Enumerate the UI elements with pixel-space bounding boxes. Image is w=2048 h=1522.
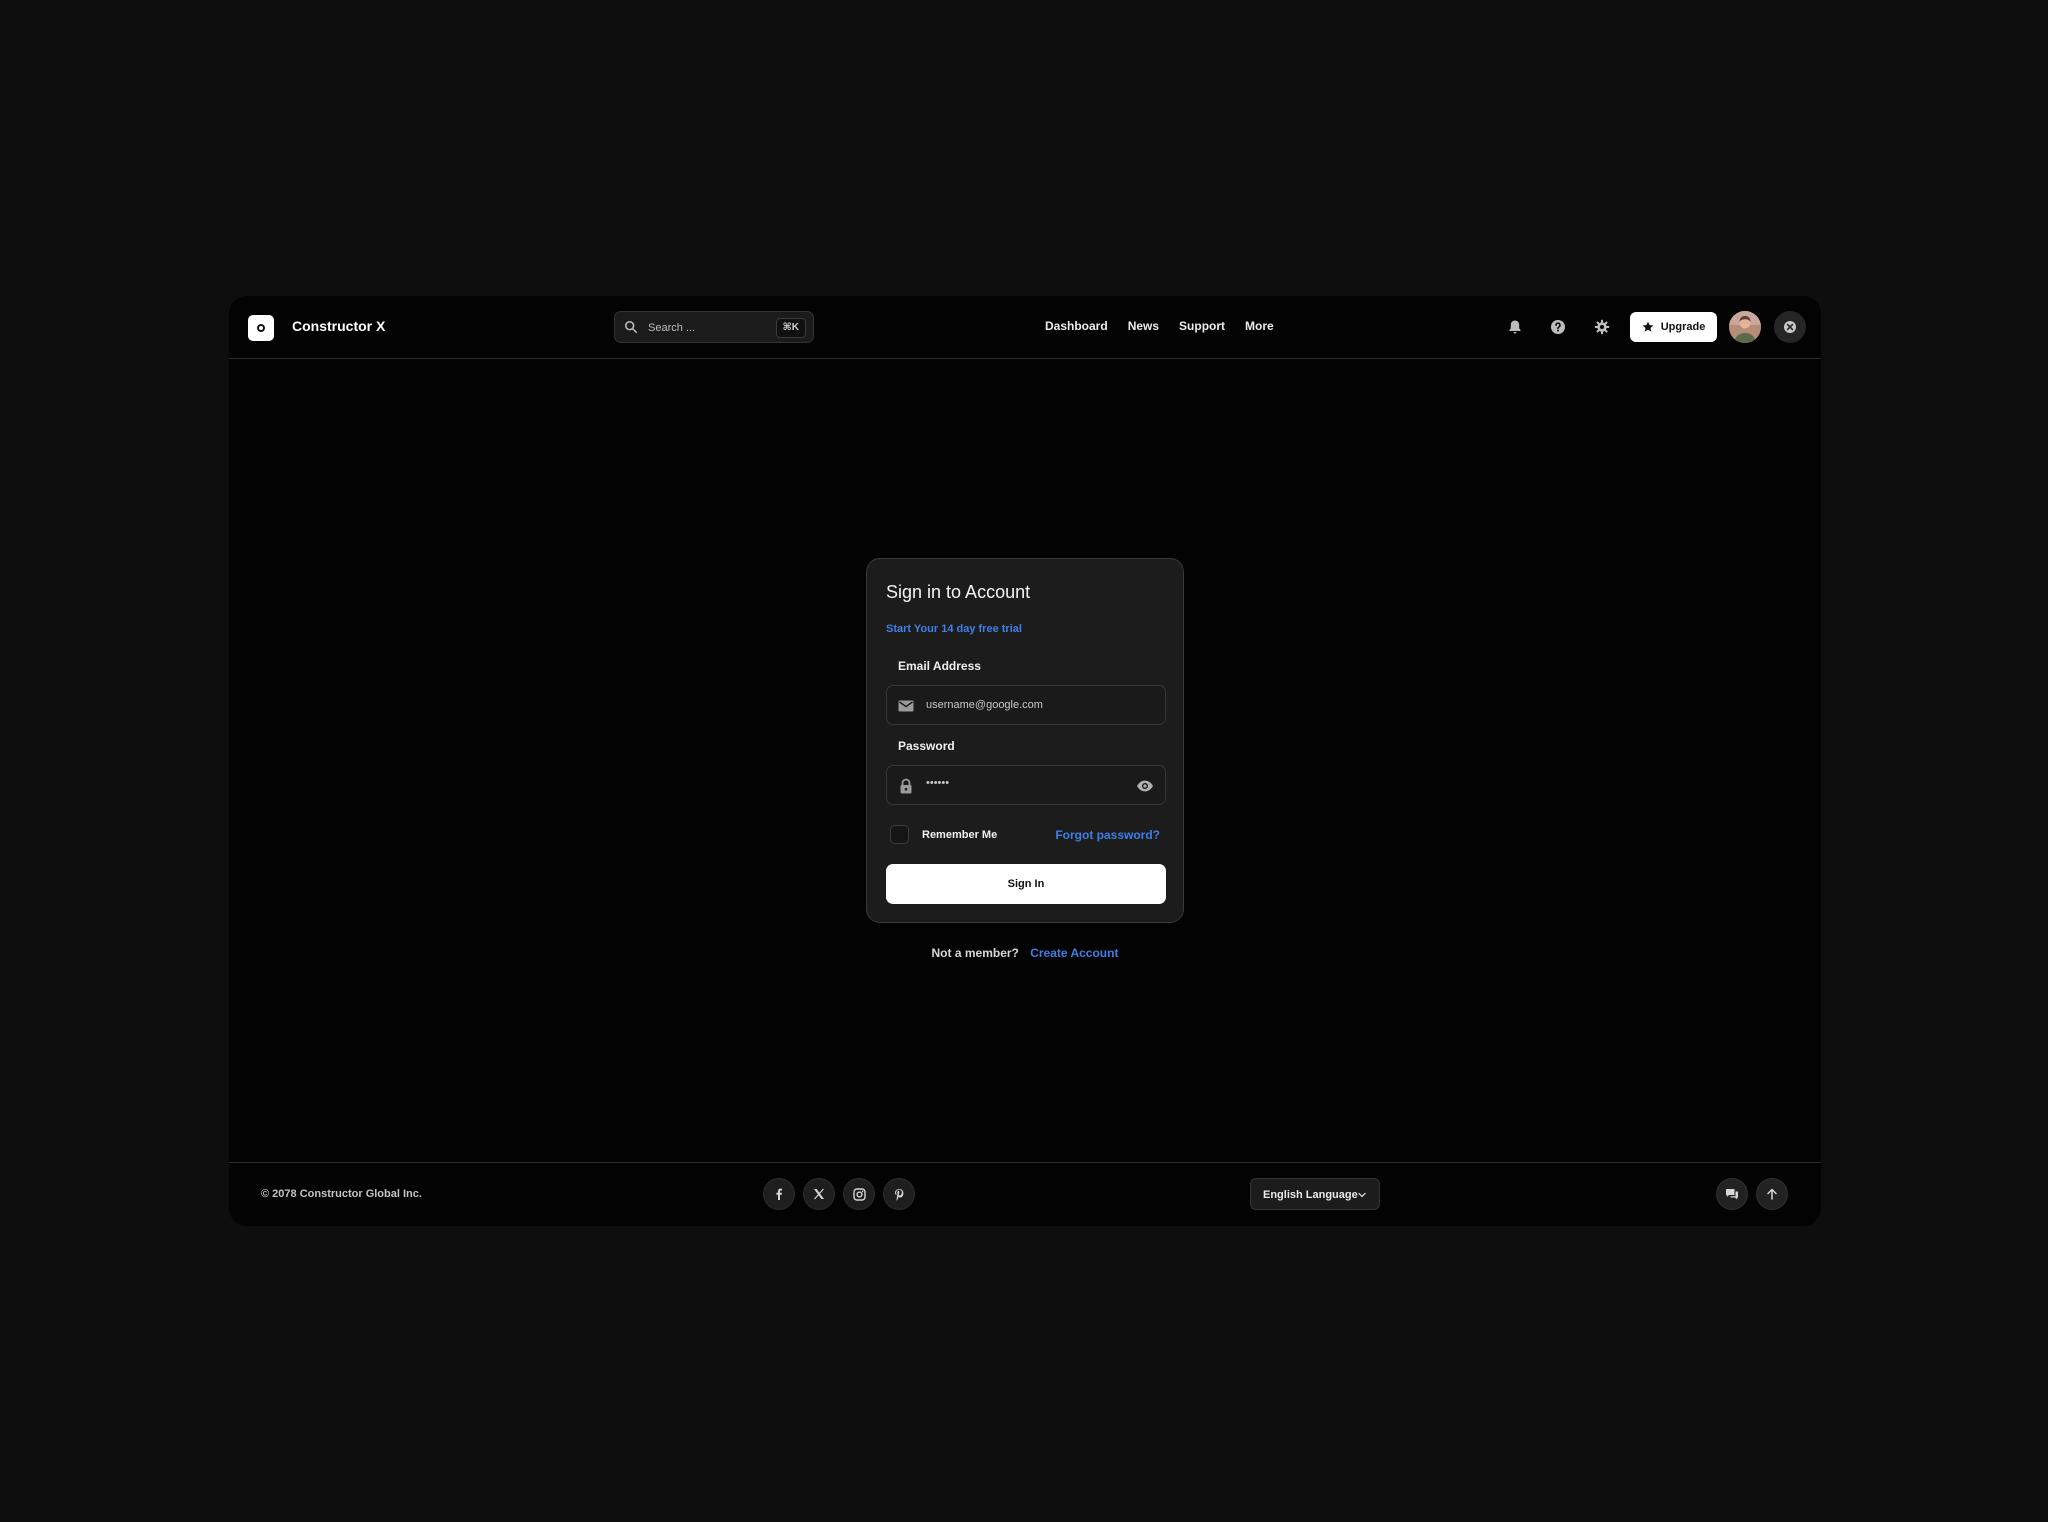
language-label: English Language bbox=[1263, 1189, 1358, 1201]
sign-in-card: Sign in to Account Start Your 14 day fre… bbox=[866, 558, 1184, 923]
top-header: Constructor X Search ... ⌘K Dashboard Ne… bbox=[229, 296, 1821, 359]
chevron-down-icon bbox=[1358, 1192, 1366, 1198]
email-label: Email Address bbox=[898, 659, 981, 673]
email-field[interactable]: username@google.com bbox=[886, 685, 1166, 725]
x-icon bbox=[814, 1188, 824, 1200]
app-window: Constructor X Search ... ⌘K Dashboard Ne… bbox=[229, 296, 1821, 1226]
search-box[interactable]: Search ... ⌘K bbox=[614, 311, 814, 343]
password-label: Password bbox=[898, 739, 955, 753]
avatar[interactable] bbox=[1729, 311, 1761, 343]
nav-item-news[interactable]: News bbox=[1128, 319, 1159, 333]
scroll-top-button[interactable] bbox=[1756, 1178, 1788, 1210]
instagram-button[interactable] bbox=[843, 1178, 875, 1210]
star-icon bbox=[1642, 321, 1654, 332]
password-field[interactable]: •••••• bbox=[886, 765, 1166, 805]
user-photo bbox=[1729, 311, 1761, 343]
chat-icon bbox=[1726, 1189, 1738, 1200]
remember-me-checkbox[interactable] bbox=[890, 825, 909, 844]
sign-in-title: Sign in to Account bbox=[886, 582, 1031, 602]
arrow-up-icon bbox=[1767, 1188, 1777, 1200]
search-input[interactable]: Search ... bbox=[648, 322, 695, 334]
bell-icon bbox=[1509, 320, 1521, 334]
upgrade-label: Upgrade bbox=[1660, 321, 1706, 333]
lock-icon bbox=[900, 778, 912, 794]
language-select[interactable]: English Language bbox=[1250, 1178, 1380, 1210]
free-trial-link[interactable]: Start Your 14 day free trial bbox=[886, 623, 1022, 635]
eye-icon[interactable] bbox=[1136, 778, 1154, 794]
chat-button[interactable] bbox=[1716, 1178, 1748, 1210]
upgrade-button[interactable]: Upgrade bbox=[1630, 312, 1717, 342]
notifications-button[interactable] bbox=[1504, 316, 1526, 338]
gear-icon bbox=[1594, 319, 1610, 335]
password-input[interactable]: •••••• bbox=[926, 777, 949, 789]
create-account-row: Not a member? Create Account bbox=[229, 946, 1821, 960]
settings-button[interactable] bbox=[1591, 316, 1613, 338]
main-nav: Dashboard News Support More bbox=[1045, 319, 1274, 333]
logo[interactable] bbox=[248, 315, 274, 341]
facebook-icon bbox=[776, 1188, 782, 1200]
mail-icon bbox=[898, 700, 914, 712]
brand-name: Constructor X bbox=[292, 318, 386, 334]
email-input[interactable]: username@google.com bbox=[926, 699, 1043, 711]
create-account-link[interactable]: Create Account bbox=[1030, 946, 1118, 960]
x-button[interactable] bbox=[803, 1178, 835, 1210]
pinterest-button[interactable] bbox=[883, 1178, 915, 1210]
copyright-text: © 2078 Constructor Global Inc. bbox=[261, 1188, 422, 1200]
help-button[interactable] bbox=[1547, 316, 1569, 338]
nav-item-support[interactable]: Support bbox=[1179, 319, 1225, 333]
footer: © 2078 Constructor Global Inc. English L… bbox=[229, 1162, 1821, 1226]
help-circle-icon bbox=[1551, 320, 1565, 334]
sign-in-button[interactable]: Sign In bbox=[886, 864, 1166, 904]
not-member-text: Not a member? bbox=[931, 946, 1019, 960]
instagram-icon bbox=[852, 1187, 866, 1201]
remember-me-label: Remember Me bbox=[922, 829, 998, 841]
nav-item-dashboard[interactable]: Dashboard bbox=[1045, 319, 1108, 333]
close-button[interactable] bbox=[1774, 311, 1806, 343]
pinterest-icon bbox=[895, 1188, 904, 1201]
forgot-password-link[interactable]: Forgot password? bbox=[1055, 828, 1160, 842]
search-icon bbox=[624, 320, 638, 334]
nav-item-more[interactable]: More bbox=[1245, 319, 1274, 333]
facebook-button[interactable] bbox=[763, 1178, 795, 1210]
search-shortcut-badge: ⌘K bbox=[775, 318, 806, 338]
close-circle-icon bbox=[1784, 321, 1796, 333]
logo-icon bbox=[257, 324, 265, 332]
